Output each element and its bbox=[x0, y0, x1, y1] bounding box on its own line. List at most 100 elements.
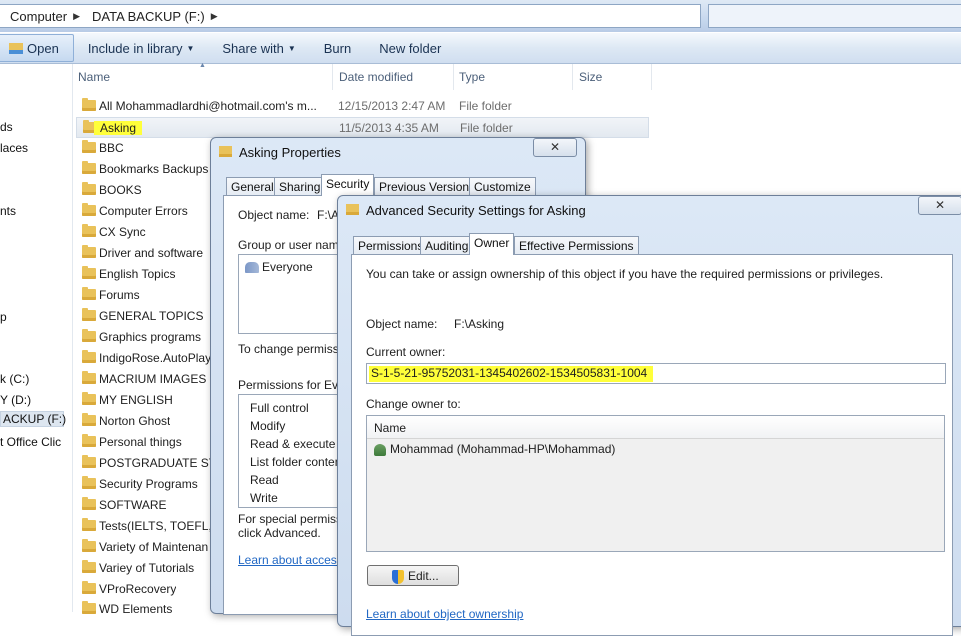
close-button[interactable]: ✕ bbox=[533, 138, 577, 157]
open-button[interactable]: Open bbox=[0, 34, 74, 62]
file-name: Bookmarks Backups bbox=[99, 162, 209, 176]
list-item-everyone[interactable]: Everyone bbox=[245, 260, 313, 274]
perm-item: Read & execute bbox=[250, 437, 336, 451]
open-label: Open bbox=[27, 40, 59, 56]
breadcrumb[interactable]: Computer ▶ DATA BACKUP (F:) ▶ bbox=[0, 4, 701, 28]
file-name: BBC bbox=[99, 141, 124, 155]
share-with-button[interactable]: Share with ▼ bbox=[208, 41, 309, 56]
column-divider[interactable] bbox=[453, 64, 454, 90]
perm-item: Write bbox=[250, 491, 278, 505]
edit-button[interactable]: Edit... bbox=[367, 565, 459, 586]
folder-icon bbox=[82, 581, 96, 594]
perm-item: List folder contents bbox=[250, 455, 351, 469]
tab-customize[interactable]: Customize bbox=[469, 177, 536, 196]
owner-intro-text: You can take or assign ownership of this… bbox=[366, 267, 884, 281]
nav-item[interactable]: ds bbox=[0, 120, 13, 134]
file-name: MY ENGLISH bbox=[99, 393, 173, 407]
folder-icon bbox=[82, 329, 96, 342]
burn-button[interactable]: Burn bbox=[310, 41, 365, 56]
nav-item[interactable]: t Office Clic bbox=[0, 435, 61, 449]
perm-item: Modify bbox=[250, 419, 286, 433]
file-name: GENERAL TOPICS bbox=[99, 309, 204, 323]
column-divider[interactable] bbox=[332, 64, 333, 90]
nav-item[interactable]: k (C:) bbox=[0, 372, 29, 386]
file-type: File folder bbox=[459, 99, 512, 113]
nav-item[interactable]: laces bbox=[0, 141, 28, 155]
folder-icon bbox=[82, 539, 96, 552]
properties-dialog-title: Asking Properties bbox=[239, 145, 341, 160]
column-divider[interactable] bbox=[651, 64, 652, 90]
share-with-label: Share with bbox=[222, 40, 284, 56]
file-name: Norton Ghost bbox=[99, 414, 171, 428]
column-name-header[interactable]: Name bbox=[78, 70, 110, 84]
nav-item[interactable]: p bbox=[0, 310, 7, 324]
breadcrumb-computer[interactable]: Computer bbox=[0, 9, 71, 24]
file-date: 11/5/2013 4:35 AM bbox=[339, 121, 439, 135]
include-in-library-button[interactable]: Include in library ▼ bbox=[74, 41, 209, 56]
file-name: Graphics programs bbox=[99, 330, 202, 344]
file-row[interactable]: All Mohammadlardhi@hotmail.com's m... 12/… bbox=[76, 96, 649, 117]
group-list[interactable]: Everyone bbox=[238, 254, 350, 334]
folder-icon bbox=[82, 371, 96, 384]
tab-permissions[interactable]: Permissions bbox=[353, 236, 429, 255]
chevron-right-icon[interactable]: ▶ bbox=[209, 11, 220, 22]
folder-icon bbox=[82, 434, 96, 447]
list-item-user[interactable]: Mohammad (Mohammad-HP\Mohammad) bbox=[374, 442, 615, 456]
open-folder-icon bbox=[9, 42, 23, 54]
permissions-list[interactable]: Full control Modify Read & execute List … bbox=[238, 394, 351, 508]
current-owner-value: S-1-5-21-95752031-1345402602-1534505831-… bbox=[369, 366, 654, 382]
file-type: File folder bbox=[460, 121, 513, 135]
file-name: Variety of Maintenan bbox=[99, 540, 209, 554]
folder-icon bbox=[82, 161, 96, 174]
nav-item-selected-drive[interactable]: ACKUP (F:) bbox=[0, 411, 66, 427]
file-row-selected[interactable]: Asking 11/5/2013 4:35 AM File folder bbox=[76, 117, 649, 138]
user-icon bbox=[374, 443, 386, 456]
learn-ownership-link[interactable]: Learn about object ownership bbox=[366, 607, 523, 621]
current-owner-field[interactable]: S-1-5-21-95752031-1345402602-1534505831-… bbox=[366, 363, 946, 384]
user-label: Mohammad (Mohammad-HP\Mohammad) bbox=[390, 442, 616, 456]
tab-security[interactable]: Security bbox=[321, 174, 375, 196]
perm-item: Full control bbox=[250, 401, 309, 415]
change-owner-label: Change owner to: bbox=[366, 397, 461, 411]
chevron-right-icon[interactable]: ▶ bbox=[71, 11, 82, 22]
file-date: 12/15/2013 2:47 AM bbox=[338, 99, 446, 113]
tab-sharing[interactable]: Sharing bbox=[274, 177, 326, 196]
file-name: Variey of Tutorials bbox=[99, 561, 195, 575]
folder-icon bbox=[82, 245, 96, 258]
folder-icon bbox=[82, 308, 96, 321]
learn-access-link[interactable]: Learn about access c bbox=[238, 553, 352, 567]
file-name: All Mohammadlardhi@hotmail.com's m... bbox=[99, 99, 317, 113]
folder-icon bbox=[82, 455, 96, 468]
breadcrumb-drive[interactable]: DATA BACKUP (F:) bbox=[82, 9, 209, 24]
current-owner-label: Current owner: bbox=[366, 345, 446, 359]
tab-general[interactable]: General bbox=[226, 177, 279, 196]
new-folder-button[interactable]: New folder bbox=[365, 41, 455, 56]
list-header[interactable]: Name bbox=[367, 416, 944, 439]
tab-effective-permissions[interactable]: Effective Permissions bbox=[514, 236, 639, 255]
tab-previous-versions[interactable]: Previous Versions bbox=[374, 177, 481, 196]
navigation-pane[interactable]: ds laces nts p k (C:) Y (D:) ACKUP (F:) … bbox=[0, 64, 73, 612]
column-date-header[interactable]: Date modified bbox=[339, 70, 413, 84]
column-type-header[interactable]: Type bbox=[459, 70, 485, 84]
column-divider[interactable] bbox=[572, 64, 573, 90]
search-box[interactable] bbox=[708, 4, 961, 28]
chevron-down-icon: ▼ bbox=[186, 43, 195, 53]
close-button[interactable]: ✕ bbox=[918, 196, 961, 215]
edit-label: Edit... bbox=[408, 568, 439, 583]
file-name: Security Programs bbox=[99, 477, 198, 491]
tab-auditing[interactable]: Auditing bbox=[420, 236, 474, 255]
column-size-header[interactable]: Size bbox=[579, 70, 602, 84]
object-name-value: F:\A bbox=[317, 208, 340, 222]
file-name: WD Elements bbox=[99, 602, 173, 616]
change-owner-list[interactable]: Name Mohammad (Mohammad-HP\Mohammad) bbox=[366, 415, 945, 552]
owner-panel: You can take or assign ownership of this… bbox=[351, 254, 953, 636]
nav-item[interactable]: Y (D:) bbox=[0, 393, 31, 407]
file-name: VProRecovery bbox=[99, 582, 177, 596]
advanced-security-dialog: Advanced Security Settings for Asking ✕ … bbox=[337, 195, 961, 636]
folder-icon bbox=[82, 203, 96, 216]
file-name: POSTGRADUATE STU bbox=[99, 456, 225, 470]
tab-owner[interactable]: Owner bbox=[469, 233, 515, 255]
file-name: IndigoRose.AutoPlay bbox=[99, 351, 212, 365]
nav-item[interactable]: nts bbox=[0, 204, 16, 218]
file-name: MACRIUM IMAGES bbox=[99, 372, 207, 386]
